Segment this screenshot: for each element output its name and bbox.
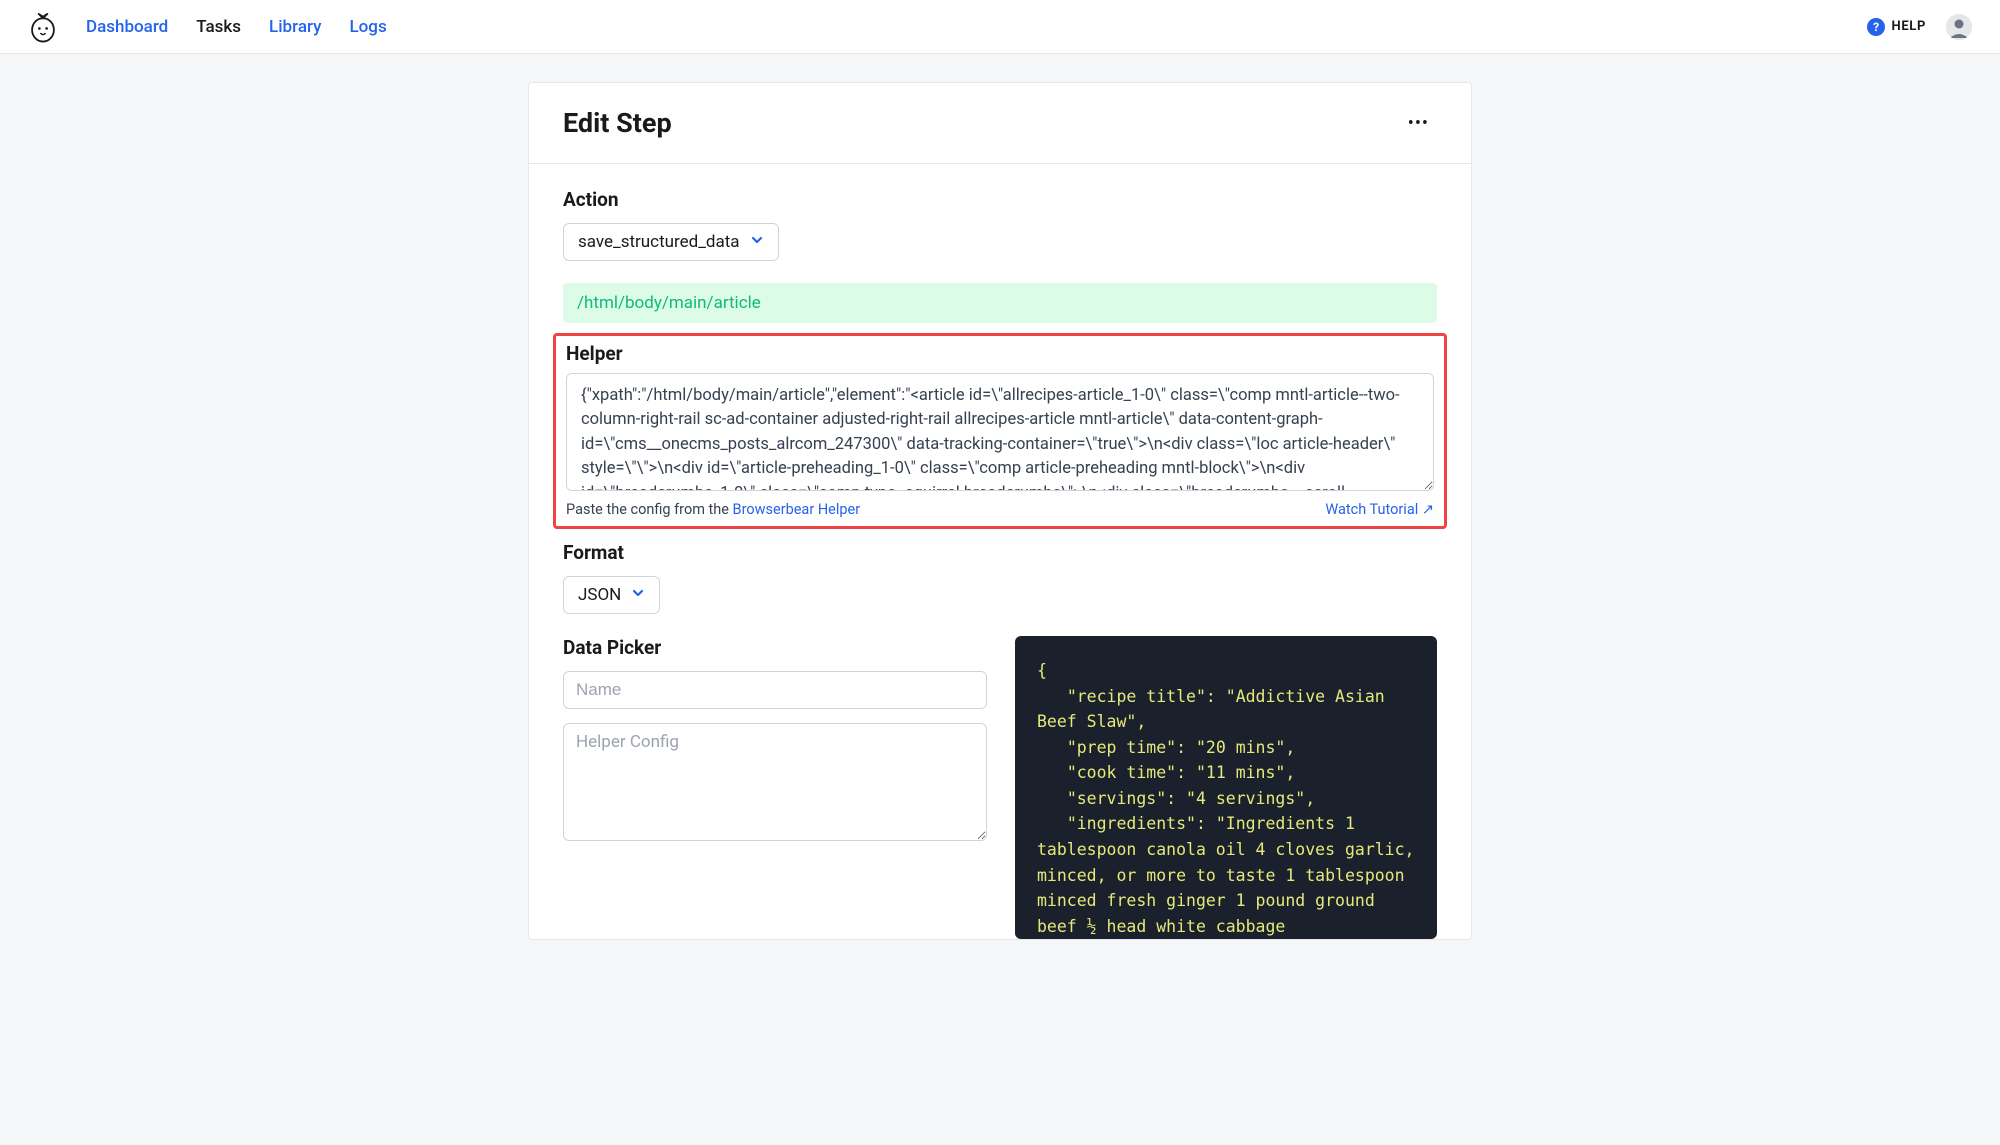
helper-textarea[interactable] <box>566 373 1434 491</box>
topbar-right: ? HELP <box>1867 14 1972 40</box>
code-preview-panel: { "recipe title": "Addictive Asian Beef … <box>1015 636 1437 939</box>
action-select[interactable]: save_structured_data <box>563 223 779 261</box>
nav-library[interactable]: Library <box>269 17 321 37</box>
card-body: Action save_structured_data /html/body/m… <box>529 164 1471 939</box>
more-button[interactable]: ••• <box>1400 109 1437 138</box>
name-input[interactable] <box>563 671 987 709</box>
help-label: HELP <box>1891 19 1926 34</box>
page-title: Edit Step <box>563 107 672 139</box>
helper-section: Helper Paste the config from the Browser… <box>553 333 1447 529</box>
watch-tutorial-link[interactable]: Watch Tutorial ↗ <box>1325 501 1434 518</box>
browserbear-helper-link[interactable]: Browserbear Helper <box>733 501 861 518</box>
xpath-banner: /html/body/main/article <box>563 283 1437 323</box>
chevron-down-icon <box>750 232 764 252</box>
helper-config-textarea[interactable] <box>563 723 987 841</box>
logo[interactable] <box>28 11 58 43</box>
avatar-icon <box>1946 14 1972 40</box>
avatar[interactable] <box>1946 14 1972 40</box>
data-picker-label: Data Picker <box>563 636 987 659</box>
card-header: Edit Step ••• <box>529 83 1471 164</box>
chevron-down-icon <box>631 585 645 605</box>
edit-step-card: Edit Step ••• Action save_structured_dat… <box>528 82 1472 940</box>
nav-dashboard[interactable]: Dashboard <box>86 17 168 37</box>
format-value: JSON <box>578 585 621 605</box>
helper-label: Helper <box>566 342 1434 365</box>
main-nav: Dashboard Tasks Library Logs <box>86 17 387 37</box>
action-label: Action <box>563 188 1437 211</box>
format-section: Format JSON <box>563 541 1437 614</box>
action-value: save_structured_data <box>578 232 740 252</box>
page: Edit Step ••• Action save_structured_dat… <box>0 54 2000 940</box>
data-picker-left: Data Picker <box>563 636 987 939</box>
format-label: Format <box>563 541 1437 564</box>
bear-logo-icon <box>28 11 58 43</box>
helper-footer-text: Paste the config from the Browserbear He… <box>566 501 860 518</box>
help-link[interactable]: ? HELP <box>1867 18 1926 36</box>
format-select[interactable]: JSON <box>563 576 660 614</box>
topbar-left: Dashboard Tasks Library Logs <box>28 11 387 43</box>
topbar: Dashboard Tasks Library Logs ? HELP <box>0 0 2000 54</box>
nav-tasks[interactable]: Tasks <box>196 17 241 37</box>
nav-logs[interactable]: Logs <box>349 17 386 37</box>
helper-footer: Paste the config from the Browserbear He… <box>566 501 1434 518</box>
action-section: Action save_structured_data <box>563 188 1437 261</box>
help-icon: ? <box>1867 18 1885 36</box>
data-picker-section: Data Picker { "recipe title": "Addictive… <box>563 636 1437 939</box>
